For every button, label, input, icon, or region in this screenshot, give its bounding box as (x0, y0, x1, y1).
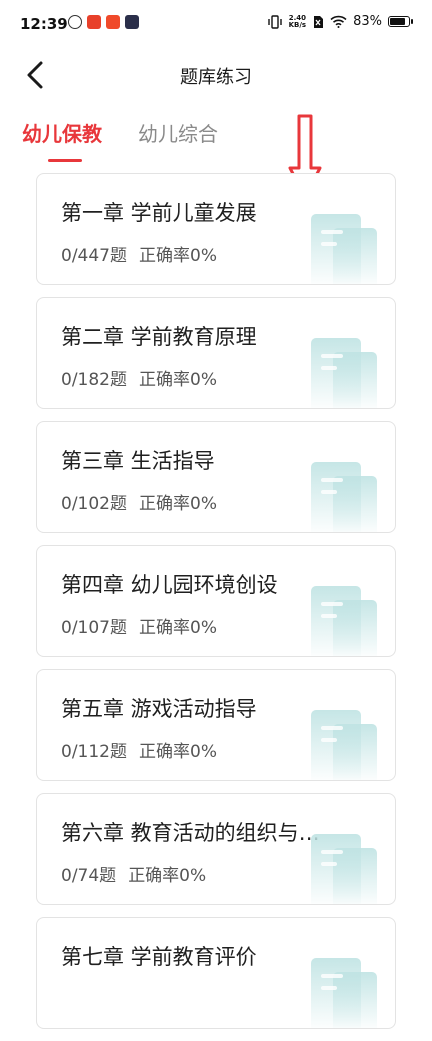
active-tab-indicator (48, 159, 82, 162)
chapter-stats: 0/74题 正确率0% (61, 861, 206, 886)
chapter-stats: 0/112题 正确率0% (61, 737, 217, 762)
notification-app-icon (125, 15, 139, 29)
accuracy-rate: 正确率0% (139, 246, 217, 266)
chapter-stats: 0/102题 正确率0% (61, 489, 217, 514)
page-title: 题库练习 (180, 67, 252, 88)
notification-app-icon (68, 15, 82, 29)
books-deco-icon (311, 834, 377, 904)
books-deco-icon (311, 338, 377, 408)
books-deco-icon (311, 958, 377, 1028)
header: 题库练习 (0, 50, 432, 100)
battery-icon (388, 16, 413, 27)
status-time: 12:39 (20, 15, 68, 33)
accuracy-rate: 正确率0% (139, 742, 217, 762)
books-deco-icon (311, 710, 377, 780)
wifi-icon (330, 15, 347, 28)
chapter-card[interactable]: 第五章 游戏活动指导 0/112题 正确率0% (36, 669, 396, 781)
question-progress: 0/102题 (61, 494, 127, 514)
books-deco-icon (311, 586, 377, 656)
status-bar: 12:39 2.40 KB/s 83% (0, 0, 432, 50)
chapter-card[interactable]: 第四章 幼儿园环境创设 0/107题 正确率0% (36, 545, 396, 657)
tab-youer-baojiao[interactable]: 幼儿保教 (22, 118, 102, 147)
chapter-card[interactable]: 第七章 学前教育评价 (36, 917, 396, 1029)
vibrate-icon (267, 14, 282, 29)
chapter-card[interactable]: 第三章 生活指导 0/102题 正确率0% (36, 421, 396, 533)
chapter-card[interactable]: 第二章 学前教育原理 0/182题 正确率0% (36, 297, 396, 409)
books-deco-icon (311, 214, 377, 284)
chapter-card[interactable]: 第六章 教育活动的组织与… 0/74题 正确率0% (36, 793, 396, 905)
status-right: 2.40 KB/s 83% (267, 13, 413, 29)
question-progress: 0/74题 (61, 866, 117, 886)
chapter-stats: 0/107题 正确率0% (61, 613, 217, 638)
chapter-card[interactable]: 第一章 学前儿童发展 0/447题 正确率0% (36, 173, 396, 285)
tab-bar: 幼儿保教 幼儿综合 (0, 112, 432, 168)
notification-app-icon (87, 15, 101, 29)
chapter-stats: 0/447题 正确率0% (61, 241, 217, 266)
sim-off-icon (314, 15, 324, 28)
books-deco-icon (311, 462, 377, 532)
accuracy-rate: 正确率0% (139, 370, 217, 390)
status-notification-icons (68, 15, 139, 29)
chapter-stats (61, 985, 73, 1005)
notification-app-icon (106, 15, 120, 29)
accuracy-rate: 正确率0% (128, 866, 207, 886)
chapter-list: 第一章 学前儿童发展 0/447题 正确率0% 第二章 学前教育原理 0/182题… (36, 173, 396, 1041)
accuracy-rate: 正确率0% (139, 494, 217, 514)
net-speed: 2.40 KB/s (288, 13, 307, 29)
question-progress: 0/107题 (61, 618, 127, 638)
question-progress: 0/112题 (61, 742, 127, 762)
question-progress: 0/182题 (61, 370, 127, 390)
question-progress: 0/447题 (61, 246, 127, 266)
tab-youer-zonghe[interactable]: 幼儿综合 (138, 118, 218, 147)
accuracy-rate: 正确率0% (139, 618, 217, 638)
chapter-stats: 0/182题 正确率0% (61, 365, 217, 390)
battery-percent: 83% (353, 14, 382, 29)
